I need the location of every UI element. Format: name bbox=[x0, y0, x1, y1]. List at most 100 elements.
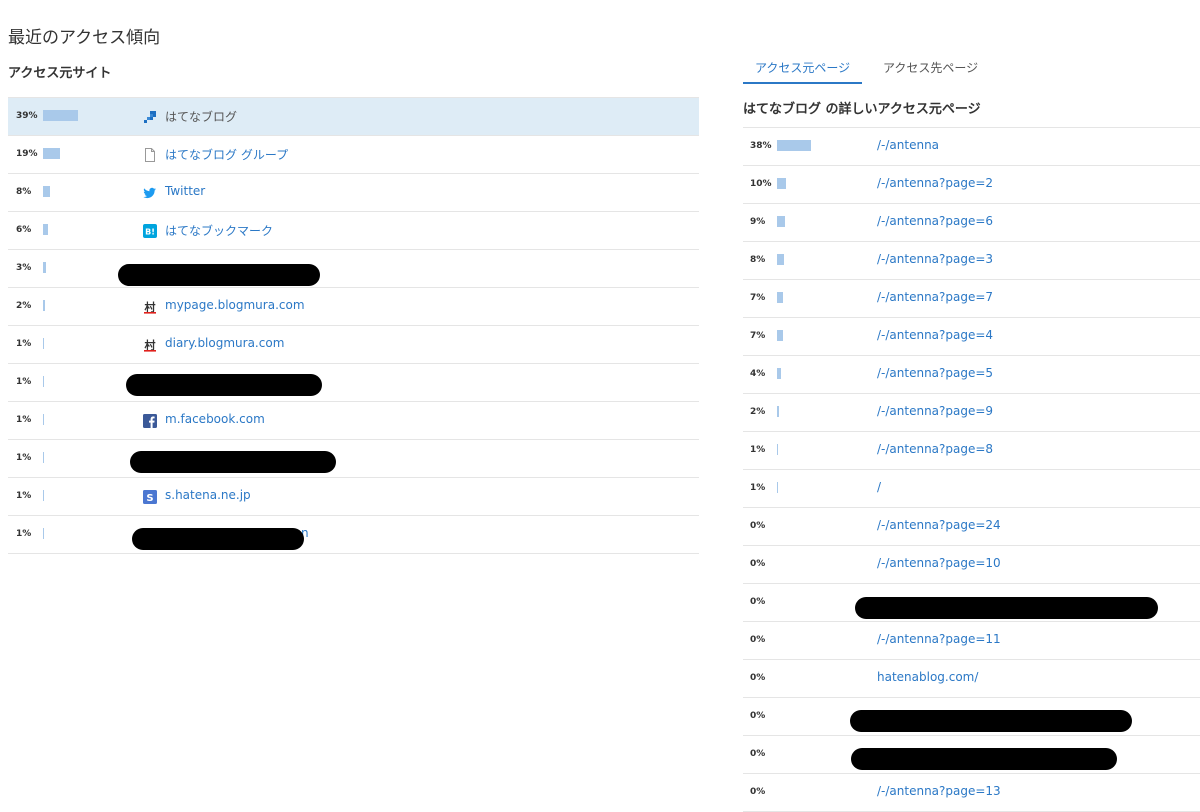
page-row[interactable]: 10% /-/antenna?page=2 bbox=[743, 166, 1200, 204]
site-link[interactable]: はてなブログ グループ bbox=[165, 146, 288, 163]
page-row[interactable]: 1% /-/antenna?page=8 bbox=[743, 432, 1200, 470]
share-bar bbox=[777, 216, 785, 227]
site-row[interactable]: 1% bbox=[8, 440, 699, 478]
site-link[interactable]: s.hatena.ne.jp bbox=[165, 488, 251, 502]
hatena-star-icon: S bbox=[143, 489, 157, 504]
share-bar bbox=[777, 444, 778, 455]
page-link[interactable]: /-/antenna?page=6 bbox=[877, 214, 993, 228]
site-row[interactable]: 1% Ss.hatena.ne.jp bbox=[8, 478, 699, 516]
page-link[interactable]: /-/antenna?page=4 bbox=[877, 328, 993, 342]
redaction-mark bbox=[851, 748, 1117, 770]
share-bar bbox=[43, 376, 44, 387]
page-link[interactable]: /-/antenna?page=13 bbox=[877, 784, 1001, 798]
site-link[interactable]: diary.blogmura.com bbox=[165, 336, 284, 350]
percent-label: 1% bbox=[16, 491, 32, 501]
percent-label: 19% bbox=[16, 149, 38, 159]
page-row[interactable]: 2% /-/antenna?page=9 bbox=[743, 394, 1200, 432]
page-link[interactable]: /-/antenna?page=7 bbox=[877, 290, 993, 304]
page-row[interactable]: 1% / bbox=[743, 470, 1200, 508]
percent-label: 7% bbox=[750, 331, 766, 341]
share-bar bbox=[777, 292, 783, 303]
share-bar bbox=[777, 178, 786, 189]
page-link[interactable]: / bbox=[877, 480, 881, 494]
percent-label: 1% bbox=[750, 445, 766, 455]
page-row[interactable]: 0% /-/antenna?page=11 bbox=[743, 622, 1200, 660]
facebook-icon bbox=[143, 413, 157, 428]
page-link[interactable]: /-/antenna?page=2 bbox=[877, 176, 993, 190]
percent-label: 1% bbox=[16, 529, 32, 539]
page-link[interactable]: /-/antenna?page=8 bbox=[877, 442, 993, 456]
section-title: アクセス元サイト bbox=[8, 66, 112, 81]
share-bar bbox=[43, 452, 44, 463]
tab-bar: アクセス元ページ アクセス先ページ bbox=[743, 56, 1200, 84]
share-bar bbox=[43, 224, 48, 235]
site-row[interactable]: 1% n bbox=[8, 516, 699, 554]
page-link[interactable]: /-/antenna?page=10 bbox=[877, 556, 1001, 570]
twitter-bird-icon bbox=[143, 185, 157, 199]
share-bar bbox=[43, 262, 46, 273]
detail-title: はてなブログ の詳しいアクセス元ページ bbox=[743, 102, 981, 117]
page-row[interactable]: 0% bbox=[743, 736, 1200, 774]
page-row[interactable]: 0% /-/antenna?page=13 bbox=[743, 774, 1200, 812]
page-link[interactable]: /-/antenna?page=3 bbox=[877, 252, 993, 266]
site-row[interactable]: 1% m.facebook.com bbox=[8, 402, 699, 440]
percent-label: 1% bbox=[16, 453, 32, 463]
percent-label: 8% bbox=[750, 255, 766, 265]
tab-access-destination-pages[interactable]: アクセス先ページ bbox=[871, 60, 990, 82]
site-row[interactable]: 3% bbox=[8, 250, 699, 288]
document-icon bbox=[143, 147, 157, 162]
blogmura-icon: 村 bbox=[143, 299, 157, 314]
share-bar bbox=[43, 300, 45, 311]
percent-label: 38% bbox=[750, 141, 772, 151]
tab-access-source-pages[interactable]: アクセス元ページ bbox=[743, 60, 863, 84]
site-link[interactable]: はてなブックマーク bbox=[165, 222, 273, 239]
page-row[interactable]: 0% /-/antenna?page=10 bbox=[743, 546, 1200, 584]
percent-label: 1% bbox=[16, 339, 32, 349]
percent-label: 0% bbox=[750, 749, 766, 759]
site-row[interactable]: 6% B! はてなブックマーク bbox=[8, 212, 699, 250]
percent-label: 10% bbox=[750, 179, 772, 189]
share-bar bbox=[43, 338, 44, 349]
site-row[interactable]: 1% 村 diary.blogmura.com bbox=[8, 326, 699, 364]
page-row[interactable]: 0% hatenablog.com/ bbox=[743, 660, 1200, 698]
share-bar bbox=[777, 330, 783, 341]
percent-label: 8% bbox=[16, 187, 32, 197]
site-row[interactable]: 19% はてなブログ グループ bbox=[8, 136, 699, 174]
site-link[interactable]: m.facebook.com bbox=[165, 412, 265, 426]
access-source-sites-panel: アクセス元サイト 39% はてなブログ 19% はてなブログ グループ 8% Twitte… bbox=[8, 62, 699, 554]
page-row[interactable]: 8% /-/antenna?page=3 bbox=[743, 242, 1200, 280]
site-row[interactable]: 39% はてなブログ bbox=[8, 98, 699, 136]
redaction-mark bbox=[118, 264, 320, 286]
page-row[interactable]: 0% bbox=[743, 698, 1200, 736]
page-row[interactable]: 7% /-/antenna?page=4 bbox=[743, 318, 1200, 356]
access-detail-panel: アクセス元ページ アクセス先ページ はてなブログ の詳しいアクセス元ページ 38… bbox=[743, 56, 1200, 812]
page-row[interactable]: 9% /-/antenna?page=6 bbox=[743, 204, 1200, 242]
percent-label: 3% bbox=[16, 263, 32, 273]
site-link[interactable]: mypage.blogmura.com bbox=[165, 298, 305, 312]
site-link[interactable]: Twitter bbox=[165, 184, 205, 198]
site-link[interactable]: はてなブログ bbox=[165, 108, 237, 125]
page-row[interactable]: 38% /-/antenna bbox=[743, 128, 1200, 166]
page-link[interactable]: /-/antenna?page=9 bbox=[877, 404, 993, 418]
page-row[interactable]: 0% /-/antenna?page=24 bbox=[743, 508, 1200, 546]
hatena-blog-icon bbox=[143, 109, 157, 123]
share-bar bbox=[777, 406, 779, 417]
page-link[interactable]: /-/antenna bbox=[877, 138, 939, 152]
redaction-mark bbox=[855, 597, 1158, 619]
share-bar bbox=[43, 110, 78, 121]
percent-label: 2% bbox=[16, 301, 32, 311]
site-row[interactable]: 1% bbox=[8, 364, 699, 402]
page-link[interactable]: /-/antenna?page=11 bbox=[877, 632, 1001, 646]
svg-text:村: 村 bbox=[145, 338, 156, 352]
page-row[interactable]: 4% /-/antenna?page=5 bbox=[743, 356, 1200, 394]
site-list: 39% はてなブログ 19% はてなブログ グループ 8% Twitter 6% B! はてなブ… bbox=[8, 97, 699, 554]
page-row[interactable]: 7% /-/antenna?page=7 bbox=[743, 280, 1200, 318]
svg-text:村: 村 bbox=[145, 300, 156, 314]
site-row[interactable]: 8% Twitter bbox=[8, 174, 699, 212]
page-row[interactable]: 0% bbox=[743, 584, 1200, 622]
page-link[interactable]: /-/antenna?page=5 bbox=[877, 366, 993, 380]
site-row[interactable]: 2% 村 mypage.blogmura.com bbox=[8, 288, 699, 326]
page-link[interactable]: /-/antenna?page=24 bbox=[877, 518, 1001, 532]
page-link[interactable]: hatenablog.com/ bbox=[877, 670, 978, 684]
percent-label: 9% bbox=[750, 217, 766, 227]
